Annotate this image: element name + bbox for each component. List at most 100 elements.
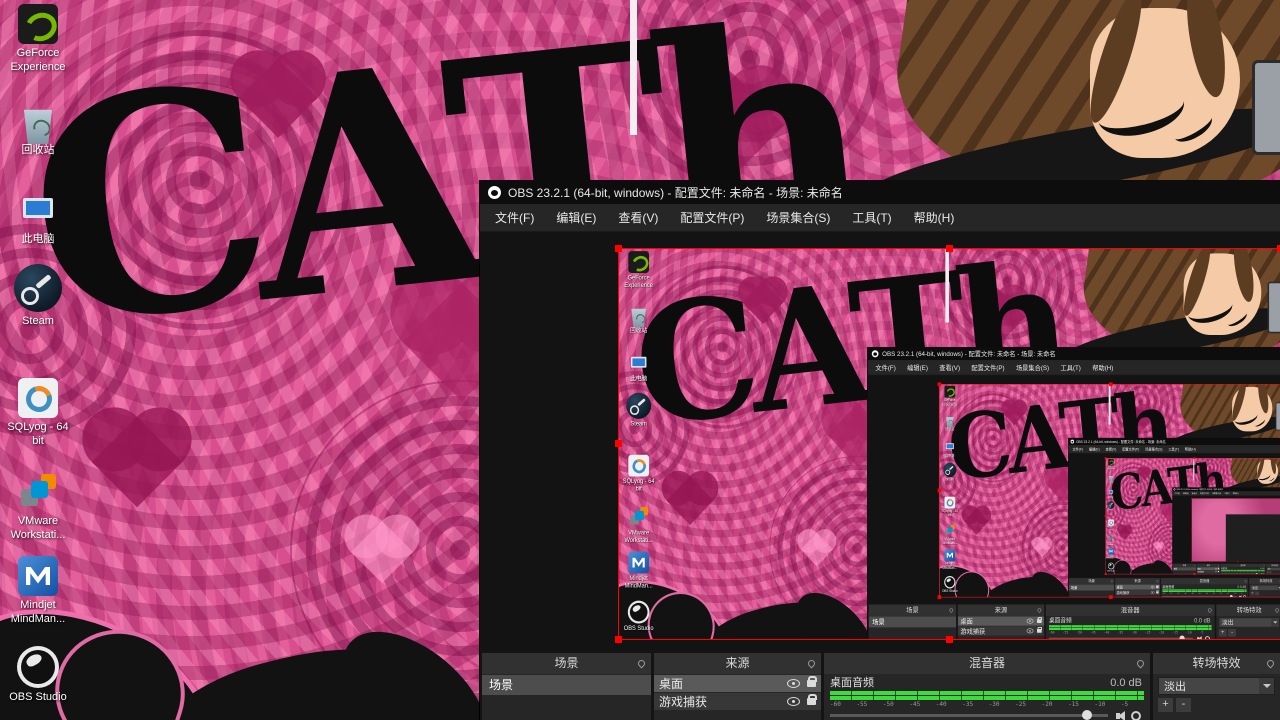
remove-transition-button[interactable]: - xyxy=(1255,591,1260,596)
obs-titlebar[interactable]: OBS 23.2.1 (64-bit, windows) - 配置文件: 未命名… xyxy=(480,180,1280,204)
mixer-dock-header[interactable]: 混音器 xyxy=(1045,604,1215,616)
scene-list-item[interactable]: 场景 xyxy=(1068,584,1115,591)
pin-icon[interactable] xyxy=(1263,564,1265,567)
desktop-icon-steam[interactable]: Steam xyxy=(4,264,72,329)
pin-icon[interactable] xyxy=(1036,607,1042,613)
speaker-icon[interactable] xyxy=(1239,595,1242,597)
desktop-icon-geforce[interactable]: GeForce Experience xyxy=(4,4,72,75)
desktop-icon-sqlyog[interactable]: SQLyog - 64 bit xyxy=(941,496,959,518)
menu-view[interactable]: 查看(V) xyxy=(607,204,669,232)
volume-fader[interactable] xyxy=(1162,594,1237,597)
volume-fader[interactable] xyxy=(1048,635,1193,639)
sources-dock-header[interactable]: 来源 xyxy=(654,653,821,674)
fader-knob[interactable] xyxy=(1229,594,1233,597)
transitions-dock-header[interactable]: 转场特效 xyxy=(1216,604,1280,616)
lock-icon[interactable] xyxy=(1037,626,1043,633)
source-row-desktop[interactable]: 桌面 xyxy=(654,675,821,692)
selection-handle[interactable] xyxy=(1193,457,1196,460)
pin-icon[interactable] xyxy=(1135,658,1146,669)
fader-knob[interactable] xyxy=(1256,572,1258,574)
gear-icon[interactable] xyxy=(1131,710,1141,720)
selection-handle[interactable] xyxy=(1104,457,1107,460)
selection-handle[interactable] xyxy=(937,595,942,600)
fader-knob[interactable] xyxy=(1082,710,1092,720)
desktop-icon-this-pc[interactable]: 此电脑 xyxy=(4,190,72,247)
scene-list-item[interactable]: 场景 xyxy=(1172,567,1197,571)
scenes-dock-header[interactable]: 场景 xyxy=(482,653,651,674)
menu-help[interactable]: 帮助(H) xyxy=(903,204,966,232)
desktop-icon-obs-studio[interactable]: OBS Studio xyxy=(4,646,72,705)
desktop-icon-obs-studio[interactable]: OBS Studio xyxy=(621,600,656,633)
selection-handle[interactable] xyxy=(1193,573,1196,576)
chevron-down-icon[interactable] xyxy=(1259,678,1274,694)
scene-list-item[interactable]: 场景 xyxy=(868,616,957,628)
volume-fader[interactable] xyxy=(830,710,1108,720)
desktop-icon-vmware[interactable]: VMware Workstati... xyxy=(621,506,656,544)
menu-view[interactable]: 查看(V) xyxy=(934,360,966,375)
source-row-game-capture[interactable]: 游戏捕获 xyxy=(1196,570,1220,573)
desktop-icon-this-pc[interactable]: 此电脑 xyxy=(621,352,656,383)
pin-icon[interactable] xyxy=(1156,579,1159,583)
desktop-icon-vmware[interactable]: VMware Workstati... xyxy=(4,472,72,543)
selection-handle[interactable] xyxy=(1104,514,1107,518)
transition-select[interactable]: 淡出 xyxy=(1158,677,1275,695)
visibility-icon[interactable] xyxy=(1150,585,1155,589)
lock-icon[interactable] xyxy=(1217,567,1220,570)
desktop-icon-steam[interactable]: Steam xyxy=(941,462,959,482)
visibility-icon[interactable] xyxy=(787,697,800,706)
selection-handle[interactable] xyxy=(1104,573,1107,576)
menu-tools[interactable]: 工具(T) xyxy=(1165,445,1181,453)
desktop-icon-recycle-bin[interactable]: 回收站 xyxy=(1106,475,1115,484)
menu-file[interactable]: 文件(F) xyxy=(1070,445,1086,453)
selection-handle[interactable] xyxy=(1108,595,1113,600)
mixer-dock-header[interactable]: 混音器 xyxy=(824,653,1150,674)
desktop-icon-steam[interactable]: Steam xyxy=(1106,500,1115,511)
selection-handle[interactable] xyxy=(1191,560,1193,563)
pin-icon[interactable] xyxy=(948,607,954,613)
transition-select[interactable]: 淡出 xyxy=(1250,585,1280,591)
visibility-icon[interactable] xyxy=(1026,628,1034,634)
menu-file[interactable]: 文件(F) xyxy=(870,360,902,375)
menu-help[interactable]: 帮助(H) xyxy=(1182,445,1199,453)
menu-scene-collection[interactable]: 场景集合(S) xyxy=(1142,445,1165,453)
source-row-game-capture[interactable]: 游戏捕获 xyxy=(1115,589,1160,595)
speaker-icon[interactable] xyxy=(1197,635,1202,639)
selection-handle[interactable] xyxy=(1237,497,1239,500)
pin-icon[interactable] xyxy=(1207,607,1213,613)
pin-icon[interactable] xyxy=(1265,658,1276,669)
remove-transition-button[interactable]: - xyxy=(1228,628,1236,637)
selection-handle[interactable] xyxy=(937,488,942,493)
chevron-down-icon[interactable] xyxy=(1271,618,1279,627)
menu-edit[interactable]: 编辑(E) xyxy=(1086,445,1103,453)
desktop-icon-obs-studio[interactable]: OBS Studio xyxy=(1106,562,1115,572)
desktop-icon-recycle-bin[interactable]: 回收站 xyxy=(4,106,72,158)
source-row-desktop[interactable]: 桌面 xyxy=(957,616,1045,626)
menu-help[interactable]: 帮助(H) xyxy=(1087,360,1119,375)
visibility-icon[interactable] xyxy=(1150,591,1155,594)
desktop-icon-recycle-bin[interactable]: 回收站 xyxy=(941,416,959,431)
display-capture-source[interactable] xyxy=(1191,498,1280,562)
menu-profile[interactable]: 配置文件(P) xyxy=(1119,445,1142,453)
desktop-icon-obs-studio[interactable]: OBS Studio xyxy=(941,576,959,593)
desktop-icon-mindmanager[interactable]: Mindjet MindMan... xyxy=(941,549,959,570)
menu-scene-collection[interactable]: 场景集合(S) xyxy=(755,204,841,232)
remove-transition-button[interactable]: - xyxy=(1269,570,1272,574)
lock-icon[interactable] xyxy=(1217,570,1220,573)
pin-icon[interactable] xyxy=(636,658,647,669)
display-capture-source[interactable]: CATh GeForce Experience 回收站 此电脑 Steam SQ… xyxy=(618,248,1280,640)
desktop-icon-geforce[interactable]: GeForce Experience xyxy=(621,251,656,289)
pin-icon[interactable] xyxy=(806,658,817,669)
desktop-icon-sqlyog[interactable]: SQLyog - 64 bit xyxy=(1106,519,1115,530)
desktop-icon-this-pc[interactable]: 此电脑 xyxy=(1106,489,1115,498)
lock-icon[interactable] xyxy=(1156,584,1159,589)
desktop-icon-mindmanager[interactable]: Mindjet MindMan... xyxy=(4,556,72,627)
source-row-game-capture[interactable]: 游戏捕获 xyxy=(654,693,821,710)
sources-dock-header[interactable]: 来源 xyxy=(957,604,1045,616)
menu-tools[interactable]: 工具(T) xyxy=(841,204,902,232)
lock-icon[interactable] xyxy=(1156,590,1159,594)
desktop-icon-mindmanager[interactable]: Mindjet MindMan... xyxy=(1106,548,1115,559)
desktop-icon-this-pc[interactable]: 此电脑 xyxy=(941,441,959,458)
fader-knob[interactable] xyxy=(1179,635,1185,639)
pin-icon[interactable] xyxy=(1110,579,1114,583)
speaker-icon[interactable] xyxy=(1116,710,1125,720)
